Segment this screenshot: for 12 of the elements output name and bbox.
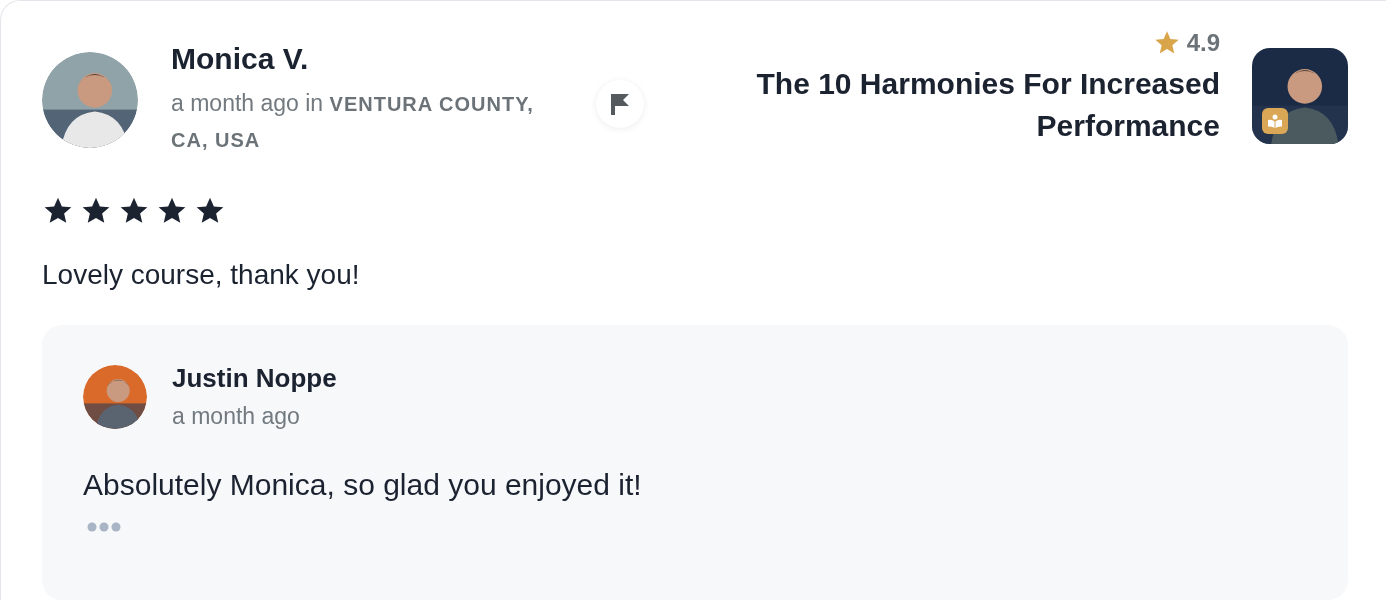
- course-title[interactable]: The 10 Harmonies For Increased Performance: [700, 63, 1220, 147]
- more-icon: [87, 522, 121, 532]
- reply-author: Justin Noppe: [172, 362, 337, 395]
- author-name: Monica V.: [171, 41, 310, 77]
- flag-button[interactable]: [596, 80, 644, 128]
- review-text: Lovely course, thank you!: [42, 259, 361, 291]
- review-meta: a month ago in VENTURA COUNTY, CA, USA: [171, 89, 535, 153]
- book-icon: [1262, 108, 1288, 134]
- course-rating: 4.9: [1186, 29, 1220, 57]
- reply-time: a month ago: [172, 403, 301, 430]
- reply-text: Absolutely Monica, so glad you enjoyed it!: [83, 468, 643, 502]
- flag-icon: [609, 92, 631, 116]
